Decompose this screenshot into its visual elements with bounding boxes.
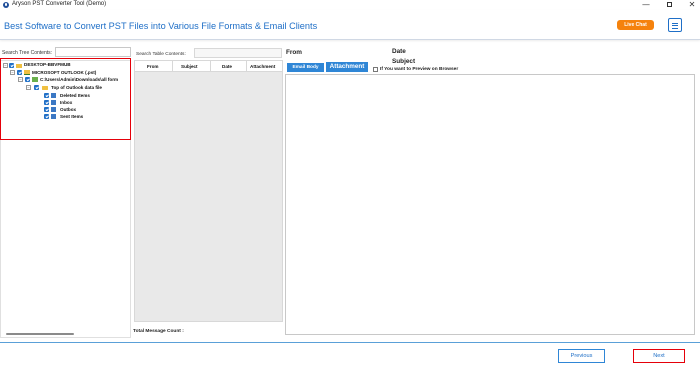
tree-checkbox[interactable] [44, 107, 49, 112]
maximize-icon [666, 2, 672, 7]
header-title: Best Software to Convert PST Files into … [4, 21, 318, 31]
column-divider [210, 61, 211, 72]
menu-line-icon [672, 25, 678, 26]
preview-subject-label: Subject [392, 58, 416, 65]
live-chat-button[interactable]: Live Chat [617, 20, 654, 30]
tree-checkbox[interactable] [44, 93, 49, 98]
tree-search-input[interactable] [55, 47, 131, 57]
minimize-button[interactable]: — [638, 0, 654, 10]
collapse-toggle[interactable]: − [3, 63, 8, 68]
tree-checkbox[interactable] [9, 63, 14, 68]
menu-line-icon [672, 22, 678, 24]
tree-checkbox[interactable] [44, 100, 49, 105]
hamburger-menu-button[interactable] [668, 18, 682, 32]
tree-item-desktop[interactable]: DESKTOP-BBVFMUB [24, 62, 71, 68]
maximize-button[interactable] [661, 0, 677, 10]
tree-checkbox[interactable] [25, 77, 30, 82]
tree-item-outbox[interactable]: Outbox [60, 107, 76, 113]
drive-icon [32, 77, 38, 82]
attachment-tab[interactable]: Attachment [326, 62, 368, 72]
title-bar: Aryson PST Converter Tool (Demo) — ✕ [0, 0, 700, 10]
total-message-count: Total Message Count : [133, 329, 184, 334]
tree-horizontal-scrollbar[interactable] [6, 333, 74, 335]
column-header-attachment[interactable]: Attachment [250, 64, 275, 69]
collapse-toggle[interactable]: − [26, 85, 31, 90]
column-header-from[interactable]: From [147, 64, 158, 69]
window-title: Aryson PST Converter Tool (Demo) [12, 1, 107, 7]
close-button[interactable]: ✕ [684, 0, 700, 10]
message-table: From Subject Date Attachment [134, 60, 283, 322]
column-header-date[interactable]: Date [222, 64, 232, 69]
preview-from-label: From [286, 49, 302, 56]
footer-divider [0, 342, 700, 343]
collapse-toggle[interactable]: − [18, 77, 23, 82]
column-divider [246, 61, 247, 72]
tree-search-label: Search Tree Contents: [2, 50, 53, 56]
tree-item-top-folder[interactable]: Top of Outlook data file [51, 85, 102, 91]
browser-preview-checkbox[interactable] [373, 67, 378, 72]
app-logo-icon [3, 2, 9, 8]
mail-folder-icon [51, 114, 56, 119]
folder-icon [42, 85, 48, 90]
tree-item-path[interactable]: C:\Users\Admin\Downloads\all form [40, 77, 130, 83]
column-header-subject[interactable]: Subject [181, 64, 198, 69]
next-button[interactable]: Next [633, 349, 685, 363]
email-preview-area [285, 74, 695, 335]
tree-item-deleted[interactable]: Deleted Items [60, 93, 90, 99]
tree-checkbox[interactable] [44, 114, 49, 119]
computer-icon [16, 63, 22, 68]
pst-folder-icon [24, 70, 30, 75]
preview-date-label: Date [392, 48, 406, 55]
mail-folder-icon [51, 107, 56, 112]
tree-item-outlook[interactable]: MICROSOFT OUTLOOK (.pst) [32, 70, 96, 76]
menu-line-icon [672, 27, 678, 29]
tree-item-inbox[interactable]: Inbox [60, 100, 72, 106]
tree-checkbox[interactable] [17, 70, 22, 75]
tree-checkbox[interactable] [34, 85, 39, 90]
table-search-label: Search Table Contents: [136, 52, 186, 57]
previous-button[interactable]: Previous [558, 349, 605, 363]
browser-preview-label: If You want to Preview on Browser [380, 67, 459, 72]
collapse-toggle[interactable]: − [10, 70, 15, 75]
column-divider [172, 61, 173, 72]
mail-folder-icon [51, 100, 56, 105]
app-header: Best Software to Convert PST Files into … [0, 10, 700, 40]
mail-folder-icon [51, 93, 56, 98]
tree-item-sent[interactable]: Sent Items [60, 114, 83, 120]
table-header: From Subject Date Attachment [135, 61, 282, 72]
email-body-tab[interactable]: Email Body [287, 63, 324, 72]
table-search-input[interactable] [194, 48, 282, 58]
